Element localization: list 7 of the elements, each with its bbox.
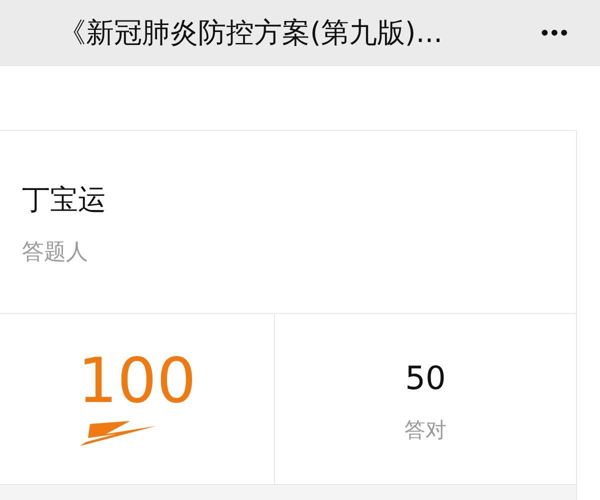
correct-count: 50: [405, 362, 446, 394]
more-button[interactable]: •••: [540, 20, 570, 46]
score-value: 100: [78, 350, 196, 412]
answerer-label: 答题人: [22, 239, 89, 267]
page-title: 《新冠肺炎防控方案(第九版)...: [58, 15, 443, 51]
answerer-name: 丁宝运: [22, 182, 107, 218]
correct-label: 答对: [404, 417, 446, 444]
